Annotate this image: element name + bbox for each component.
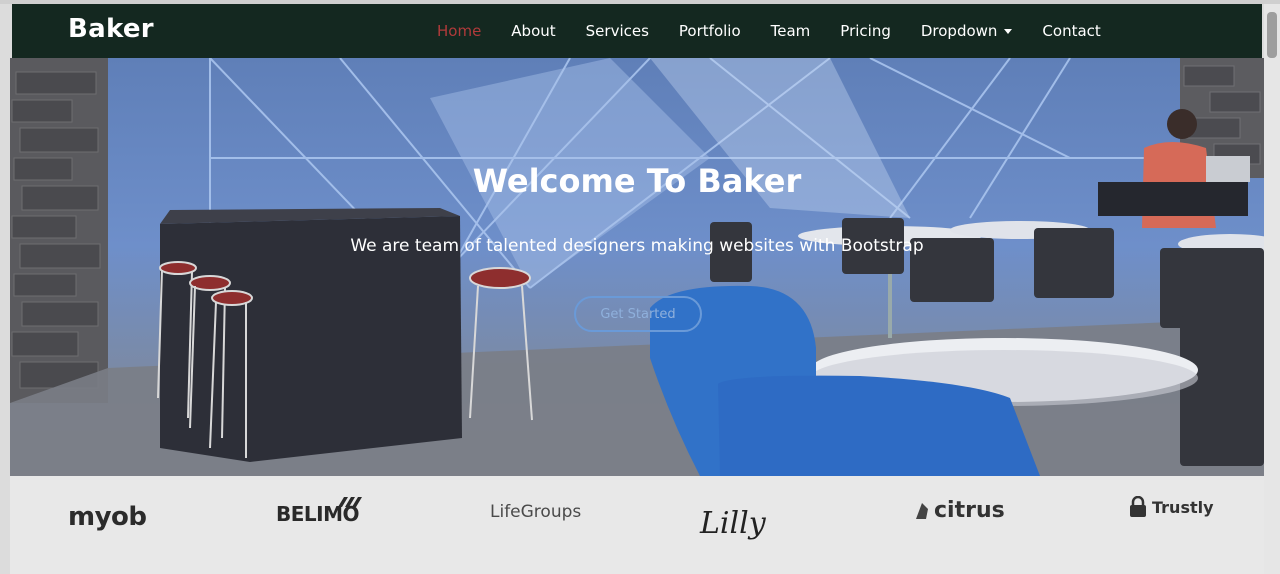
belimo-mark-icon [338,497,362,507]
nav-contact[interactable]: Contact [1042,22,1100,40]
nav-team[interactable]: Team [771,22,811,40]
nav-about[interactable]: About [511,22,555,40]
citrus-leaf-icon [916,502,928,519]
scrollbar-thumb[interactable] [1267,12,1277,58]
navbar: Baker Home About Services Portfolio Team… [12,4,1262,58]
client-logo-trustly: Trustly [1128,496,1214,518]
client-logo-belimo: BELIMO [276,497,362,526]
clients-section: myob BELIMO LifeGroups Lilly citrus Trus… [10,476,1264,574]
lock-icon [1130,496,1146,517]
nav-dropdown-label: Dropdown [920,22,998,40]
nav-home[interactable]: Home [437,22,481,40]
client-logo-lifegroups: LifeGroups [490,502,582,522]
scrollbar[interactable] [1264,4,1280,574]
nav-menu: Home About Services Portfolio Team Prici… [437,4,1131,58]
client-logo-citrus-text: citrus [934,498,1005,523]
brand-logo[interactable]: Baker [68,14,154,44]
nav-dropdown[interactable]: Dropdown [921,22,1013,40]
client-logo-lilly: Lilly [700,506,766,541]
hero-background-image [10,58,1264,476]
get-started-button[interactable]: Get Started [574,296,702,332]
client-logo-citrus: citrus [914,498,1005,523]
client-logo-myob: myob [68,502,147,532]
hero-subtitle: We are team of talented designers making… [350,236,924,256]
hero-title: Welcome To Baker [472,162,802,200]
nav-services[interactable]: Services [586,22,649,40]
nav-portfolio[interactable]: Portfolio [679,22,741,40]
nav-pricing[interactable]: Pricing [840,22,891,40]
client-logo-trustly-text: Trustly [1152,497,1214,517]
chevron-down-icon [1004,28,1013,34]
hero-section: Welcome To Baker We are team of talented… [10,58,1264,476]
